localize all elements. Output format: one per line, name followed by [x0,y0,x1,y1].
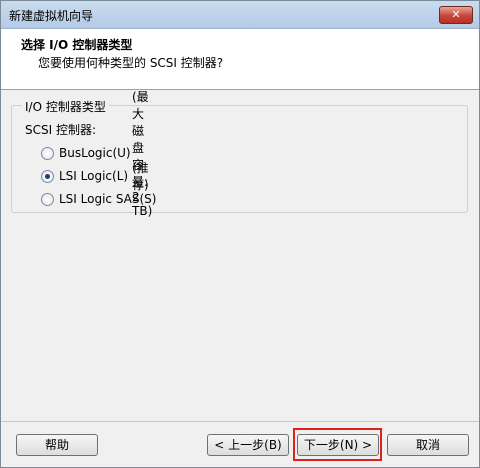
window-title: 新建虚拟机向导 [9,9,94,23]
page-subtitle: 您要使用何种类型的 SCSI 控制器? [38,56,224,70]
radio-label: LSI Logic SAS(S) [59,192,157,206]
radio-label: LSI Logic(L) [59,169,129,183]
io-controller-group: I/O 控制器类型 SCSI 控制器: BusLogic(U) (最大磁盘容量:… [11,90,468,218]
close-icon: ✕ [451,8,461,21]
radio-button[interactable] [41,169,54,183]
next-button-highlight [293,428,382,461]
radio-note: (推荐) [132,161,149,192]
group-legend: I/O 控制器类型 [22,98,109,115]
cancel-button[interactable]: 取消 [387,434,469,456]
radio-buslogic[interactable]: BusLogic(U) (最大磁盘容量: 2 TB) [41,90,152,218]
wizard-header: 选择 I/O 控制器类型 您要使用何种类型的 SCSI 控制器? [1,29,479,90]
title-bar: 新建虚拟机向导 ✕ [1,1,479,29]
help-button[interactable]: 帮助 [16,434,98,456]
radio-lsi-logic-sas[interactable]: LSI Logic SAS(S) [41,191,156,207]
page-title: 选择 I/O 控制器类型 [21,38,133,52]
scsi-controller-label: SCSI 控制器: [25,123,97,137]
radio-button[interactable] [41,192,54,206]
close-button[interactable]: ✕ [439,6,473,24]
back-button[interactable]: < 上一步(B) [207,434,289,456]
radio-label: BusLogic(U) [59,146,131,160]
radio-button[interactable] [41,146,54,160]
bottom-separator [1,421,479,422]
radio-lsi-logic[interactable]: LSI Logic(L) (推荐) [41,161,149,192]
wizard-window: 新建虚拟机向导 ✕ 选择 I/O 控制器类型 您要使用何种类型的 SCSI 控制… [0,0,480,468]
